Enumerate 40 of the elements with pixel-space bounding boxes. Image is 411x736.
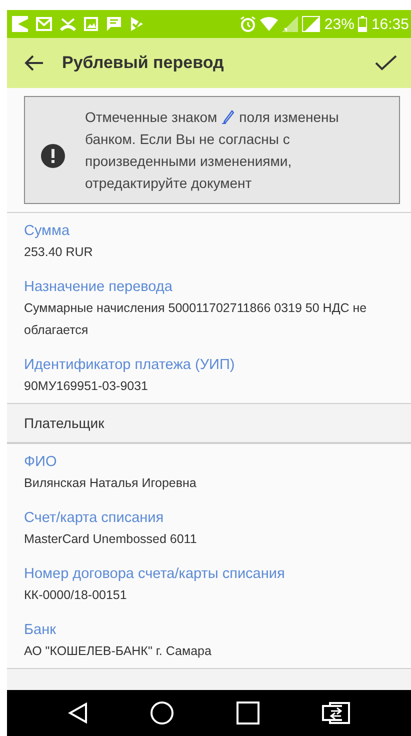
home-circle-icon[interactable] (150, 701, 174, 725)
field-value: АО "КОШЕЛЕВ-БАНК" г. Самара (24, 643, 212, 660)
field-label: Счет/карта списания (24, 509, 165, 528)
field-label: Номер договора счета/карты списания (24, 565, 286, 584)
mail-icon (36, 17, 52, 31)
field-value: Вилянская Наталья Игоревна (24, 475, 198, 492)
field-label: Банк (24, 621, 57, 640)
missed-call-icon (60, 17, 76, 31)
field-value: КК-0000/18-00151 (24, 587, 128, 604)
signal-icon (282, 16, 298, 32)
clock-time: 16:35 (371, 16, 409, 32)
field-label: Сумма (24, 222, 71, 241)
notice-text-start: Отмеченные знаком (85, 108, 218, 127)
section-title: Плательщик (24, 415, 104, 431)
signal-icon (302, 16, 320, 32)
field-value: 90МУ169951-03-9031 (24, 378, 150, 395)
field-label: Назначение перевода (24, 278, 174, 297)
battery-percent: 23% (324, 16, 354, 32)
image-icon (84, 17, 98, 31)
switch-arrows-icon[interactable] (322, 702, 350, 724)
notice-text-end: поля изменены (239, 108, 339, 127)
field-value: MasterCard Unembossed 6011 (24, 531, 198, 548)
square-icon[interactable] (236, 701, 260, 725)
battery-icon (358, 16, 368, 32)
check-flag-icon (130, 16, 144, 32)
alert-icon (41, 144, 65, 168)
back-triangle-icon[interactable] (68, 702, 88, 724)
field-value: 253.40 RUR (24, 244, 94, 261)
field-label: ФИО (24, 453, 58, 472)
back-arrow-icon[interactable] (24, 55, 44, 71)
wifi-icon (260, 17, 278, 31)
screen-title: Рублевый перевод (62, 53, 225, 73)
triangle-icon (12, 16, 28, 32)
field-value: Суммарные начисления 500011702711866 0319 50 НДС не облагается (24, 300, 368, 339)
message-icon (106, 16, 122, 32)
alarm-icon (240, 16, 256, 32)
pencil-icon (222, 110, 234, 124)
field-label: Идентификатор платежа (УИП) (24, 356, 236, 375)
checkmark-icon[interactable] (375, 55, 397, 71)
notice-text-rest: банком. Если Вы не согласны с произведенными изменениями, отредактируйте документ (85, 130, 293, 193)
